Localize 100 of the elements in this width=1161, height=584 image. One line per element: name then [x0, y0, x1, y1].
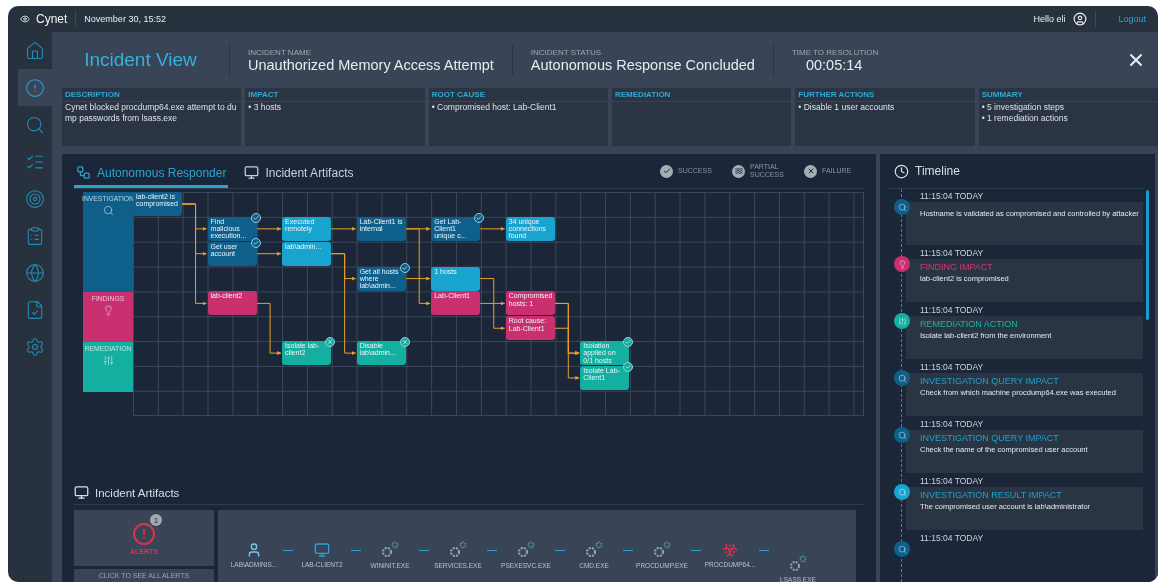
- alert-icon: [132, 521, 156, 546]
- gears-icon: [788, 555, 808, 573]
- lane-icon: [102, 205, 114, 216]
- monitor-icon: [244, 165, 260, 180]
- event-icon: [894, 484, 910, 500]
- event-icon: [894, 256, 910, 272]
- event-icon: [894, 313, 910, 329]
- event-title: REMEDIATION ACTION: [920, 319, 1019, 329]
- lane-icon: [102, 305, 114, 316]
- connector-line: [487, 549, 497, 551]
- event-title: INVESTIGATION RESULT IMPACT: [920, 490, 1063, 500]
- event-time: 11:15:04 TODAY: [919, 362, 985, 373]
- alert-icon: [25, 77, 45, 98]
- card-text: Cynet blocked procdump64.exe attempt to dump passwords from lsass.exe: [64, 102, 238, 124]
- card-title: DESCRIPTION: [62, 88, 242, 102]
- document-check-icon: [25, 299, 45, 320]
- card-text: • Compromised host: Lab-Client1: [430, 102, 558, 113]
- globe-icon: [25, 262, 45, 283]
- logo-icon: [20, 14, 30, 24]
- event-time: 11:15:04 TODAY: [919, 248, 985, 259]
- workflow-icon: [76, 165, 91, 180]
- gears-icon: [652, 541, 672, 559]
- computer-icon: [314, 542, 330, 558]
- check-icon: [623, 361, 634, 372]
- event-time: 11:15:04 TODAY: [919, 476, 985, 487]
- page-title: Incident View: [52, 44, 230, 76]
- tab[interactable]: Autonomous Responder: [74, 165, 229, 188]
- logo-text: Cynet: [36, 12, 68, 26]
- connector-line: [351, 549, 361, 551]
- event-icon: [894, 199, 910, 215]
- card-title: SUMMARY: [978, 88, 1158, 102]
- check-icon: [399, 262, 410, 273]
- section-title: Incident Artifacts: [95, 486, 180, 499]
- monitor-icon: [74, 485, 89, 500]
- connector-line: [283, 549, 293, 551]
- event-time: 11:15:04 TODAY: [919, 191, 985, 202]
- connector-arrow: [256, 302, 282, 356]
- connector-line: [759, 549, 769, 551]
- greeting: Hello eli: [1033, 14, 1066, 24]
- card-title: ROOT CAUSE: [428, 88, 608, 102]
- user-icon: [246, 542, 262, 558]
- field-label: INCIDENT STATUS: [530, 47, 603, 57]
- lane-icon: [102, 355, 114, 366]
- connector-line: [555, 549, 565, 551]
- connector-line: [623, 549, 633, 551]
- card-title: REMEDIATION: [612, 88, 792, 102]
- scrollbar[interactable]: [1146, 190, 1149, 320]
- target-icon: [25, 188, 45, 209]
- tab[interactable]: Incident Artifacts: [242, 165, 356, 188]
- card-text: • 5 investigation steps: [980, 102, 1065, 113]
- event-icon: [894, 541, 910, 557]
- panel-title: Timeline: [915, 164, 960, 178]
- cross-icon: [325, 337, 336, 348]
- sidebar-item[interactable]: [18, 69, 52, 106]
- event-icon: [894, 370, 910, 386]
- field-label: TIME TO RESOLUTION: [791, 47, 879, 57]
- connector-arrow: [256, 226, 282, 231]
- logout-link[interactable]: Logout: [1118, 14, 1146, 24]
- check-icon: [474, 212, 485, 223]
- event-title: INVESTIGATION QUERY IMPACT: [920, 376, 1060, 386]
- cross-icon: [399, 337, 410, 348]
- gears-icon: [380, 541, 400, 559]
- connector-arrow: [256, 251, 282, 256]
- field-value: Autonomous Response Concluded: [530, 56, 755, 73]
- check-icon: [623, 337, 634, 348]
- count-badge: 1: [150, 514, 162, 526]
- search-icon: [25, 114, 45, 135]
- field-label: INCIDENT NAME: [248, 47, 312, 57]
- connector-line: [691, 549, 701, 551]
- event-title: FINDING IMPACT: [920, 262, 994, 272]
- connector-arrow: [479, 226, 506, 231]
- settings-icon: [25, 336, 45, 357]
- card-text: • 1 remediation actions: [980, 113, 1069, 124]
- home-icon: [25, 40, 45, 61]
- report-icon: [25, 225, 45, 246]
- avatar-icon[interactable]: [1073, 12, 1088, 26]
- date-time: November 30, 15:52: [84, 14, 166, 24]
- check-icon: [250, 237, 261, 248]
- card-title: FURTHER ACTIONS: [795, 88, 975, 102]
- card-text: • 3 hosts: [247, 102, 283, 113]
- connector-arrow: [330, 226, 357, 231]
- gears-icon: [448, 541, 468, 559]
- clock-icon: [894, 163, 909, 179]
- card-text: • Disable 1 user accounts: [797, 102, 896, 113]
- cross-icon: [804, 164, 817, 178]
- event-time: 11:15:04 TODAY: [919, 419, 985, 430]
- event-icon: [894, 427, 910, 443]
- connector-line: [419, 549, 429, 551]
- field-value: Unauthorized Memory Access Attempt: [248, 56, 494, 73]
- event-time: 11:15:04 TODAY: [919, 305, 985, 316]
- event-time: 11:15:04 TODAY: [919, 533, 985, 544]
- event-title: INVESTIGATION QUERY IMPACT: [920, 433, 1060, 443]
- wave-icon: [732, 164, 745, 178]
- field-value: 00:05:14: [804, 56, 864, 73]
- gears-icon: [584, 541, 604, 559]
- card-title: IMPACT: [245, 88, 425, 102]
- biohazard-icon: [722, 542, 738, 558]
- gears-icon: [516, 541, 536, 559]
- check-icon: [250, 212, 261, 223]
- check-icon: [660, 164, 673, 178]
